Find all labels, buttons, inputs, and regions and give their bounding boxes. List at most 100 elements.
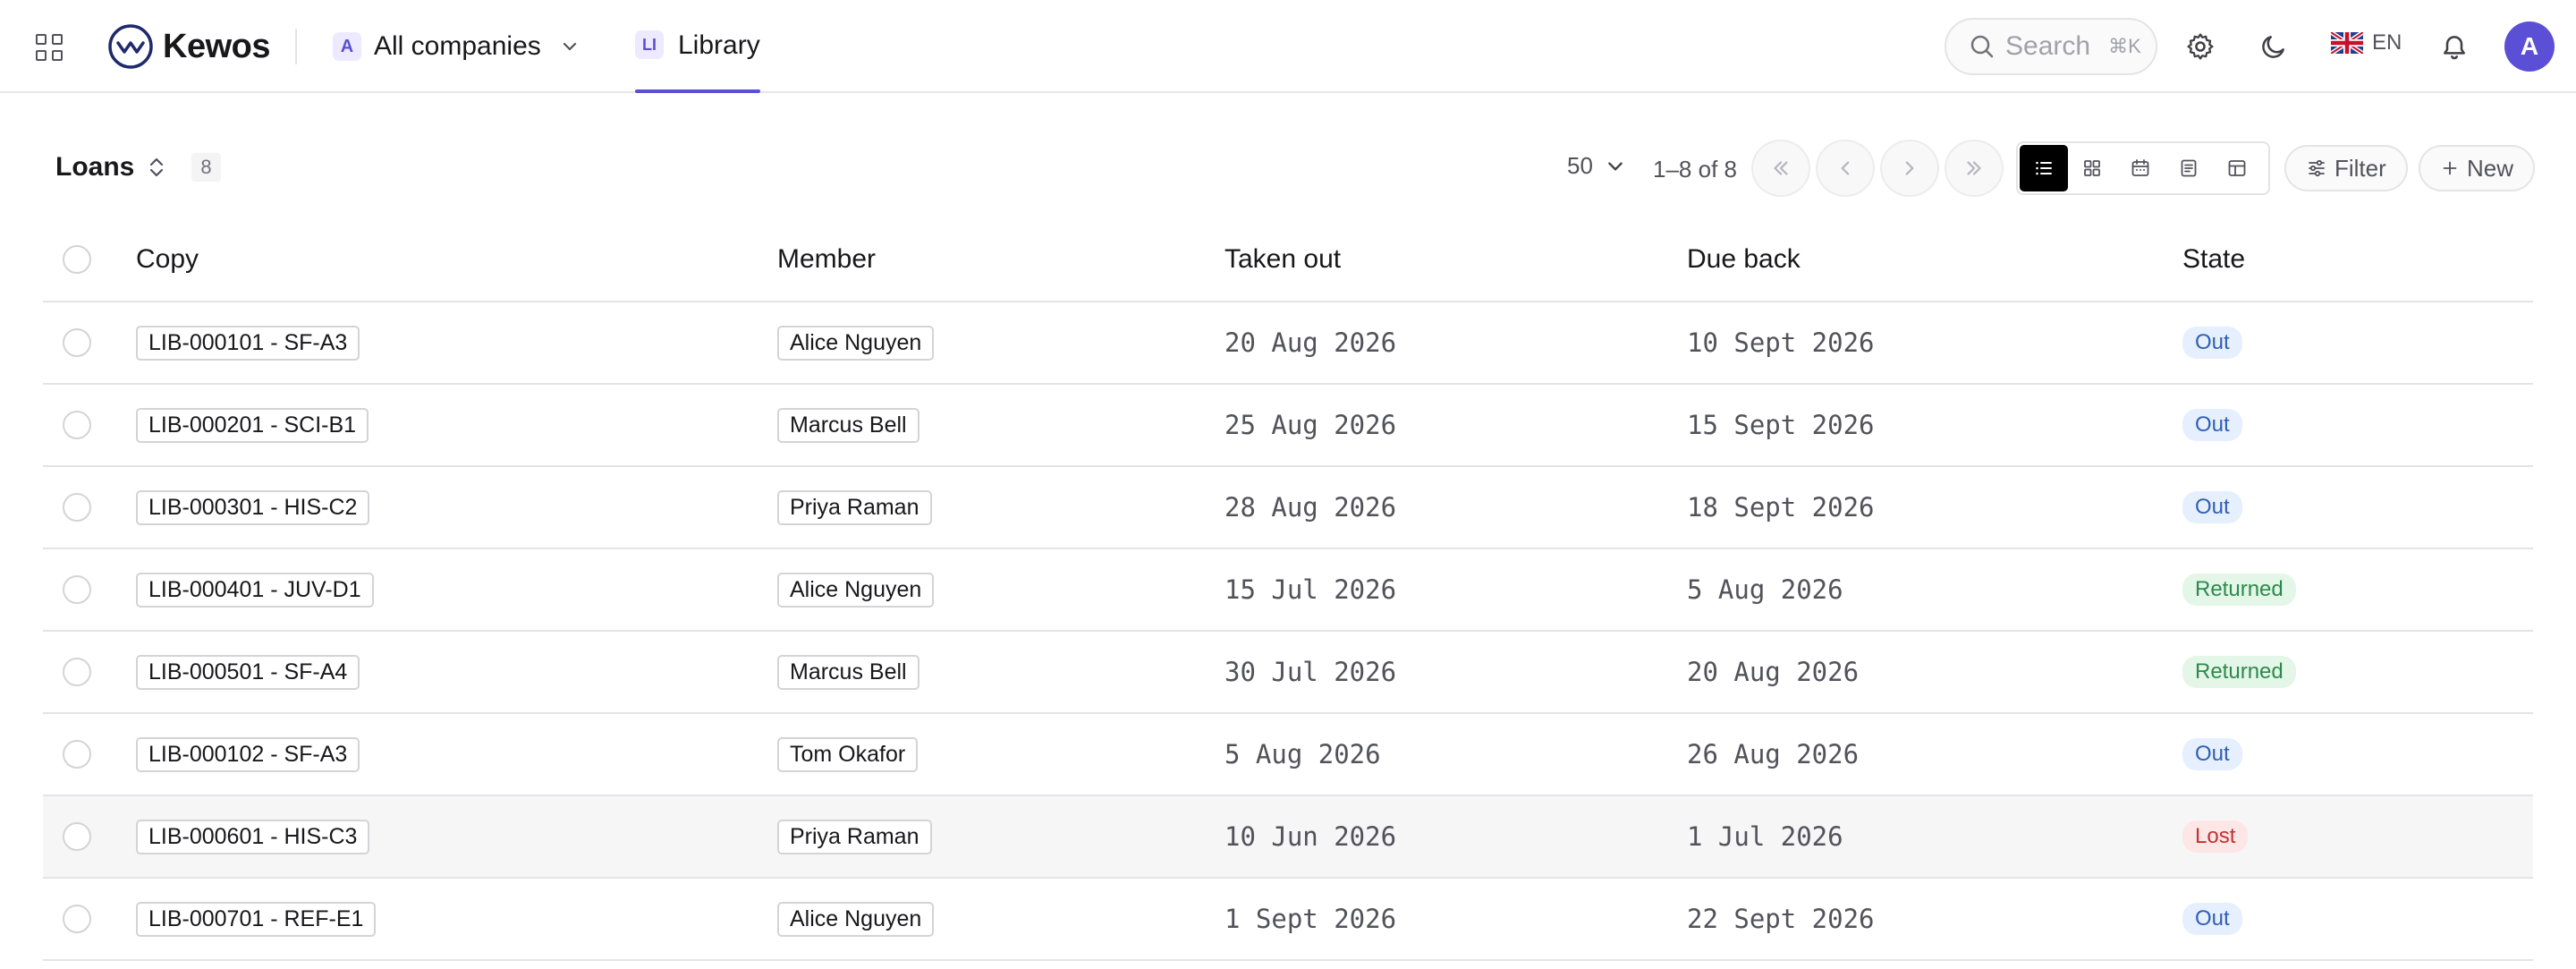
- column-header-due-back[interactable]: Due back: [1687, 218, 1801, 301]
- last-page-button[interactable]: [1945, 140, 2004, 197]
- due-back-date: 15 Sept 2026: [1687, 410, 1875, 440]
- settings-button[interactable]: [2181, 27, 2220, 66]
- calendar-view-icon: [2131, 159, 2149, 176]
- language-selector[interactable]: EN: [2331, 30, 2402, 55]
- table-row[interactable]: LIB-000401 - JUV-D1 Alice Nguyen 15 Jul 20…: [43, 549, 2533, 632]
- column-header-member[interactable]: Member: [777, 218, 876, 301]
- copy-chip[interactable]: LIB-000601 - HIS-C3: [136, 819, 370, 854]
- due-back-date: 26 Aug 2026: [1687, 739, 1860, 769]
- table-row[interactable]: LIB-000101 - SF-A3 Alice Nguyen 20 Aug 202…: [43, 302, 2533, 385]
- tab-library-label: Library: [678, 30, 760, 60]
- kewos-logo-icon: [108, 24, 153, 69]
- list-view-button[interactable]: [2020, 145, 2068, 191]
- member-chip[interactable]: Priya Raman: [777, 819, 932, 854]
- list-title-label: Loans: [55, 152, 135, 182]
- select-all-checkbox[interactable]: [63, 245, 91, 274]
- table-view-button[interactable]: [2213, 145, 2261, 191]
- taken-out-date: 5 Aug 2026: [1224, 739, 1381, 769]
- table-row[interactable]: LIB-000102 - SF-A3 Tom Okafor 5 Aug 2026 26…: [43, 714, 2533, 796]
- member-chip[interactable]: Marcus Bell: [777, 407, 919, 443]
- taken-out-date: 10 Jun 2026: [1224, 821, 1397, 852]
- first-page-button[interactable]: [1751, 140, 1810, 197]
- grid-view-icon: [2084, 160, 2100, 176]
- calendar-view-button[interactable]: [2116, 145, 2165, 191]
- member-chip[interactable]: Alice Nguyen: [777, 572, 935, 608]
- copy-chip[interactable]: LIB-000701 - REF-E1: [136, 901, 377, 937]
- row-checkbox[interactable]: [63, 575, 91, 604]
- table-row[interactable]: LIB-000201 - SCI-B1 Marcus Bell 25 Aug 202…: [43, 385, 2533, 467]
- pagination-range: 1–8 of 8: [1653, 156, 1737, 183]
- copy-chip[interactable]: LIB-000301 - HIS-C2: [136, 489, 370, 525]
- state-badge: Returned: [2182, 574, 2296, 606]
- theme-toggle-button[interactable]: [2254, 27, 2293, 66]
- state-badge: Lost: [2182, 820, 2249, 853]
- row-checkbox[interactable]: [63, 740, 91, 769]
- table-row[interactable]: LIB-000501 - SF-A4 Marcus Bell 30 Jul 2026…: [43, 632, 2533, 714]
- row-checkbox[interactable]: [63, 822, 91, 851]
- table-row[interactable]: LIB-000301 - HIS-C2 Priya Raman 28 Aug 202…: [43, 467, 2533, 549]
- prev-page-icon: [1841, 161, 1850, 175]
- copy-chip[interactable]: LIB-000101 - SF-A3: [136, 325, 360, 361]
- filter-label: Filter: [2334, 154, 2386, 182]
- column-header-copy[interactable]: Copy: [136, 218, 199, 301]
- column-header-state[interactable]: State: [2182, 218, 2245, 301]
- search-label: Search: [2005, 31, 2091, 61]
- new-button[interactable]: New: [2419, 145, 2536, 191]
- loans-table: Copy Member Taken out Due back State LIB…: [43, 218, 2533, 961]
- app-name: Kewos: [163, 27, 270, 65]
- search-button[interactable]: Search ⌘K: [1945, 18, 2157, 75]
- row-checkbox[interactable]: [63, 328, 91, 357]
- due-back-date: 18 Sept 2026: [1687, 492, 1875, 523]
- app-logo[interactable]: Kewos: [107, 23, 270, 70]
- sort-icon[interactable]: [147, 156, 166, 179]
- due-back-date: 20 Aug 2026: [1687, 657, 1860, 687]
- list-title: Loans 8: [55, 152, 221, 183]
- taken-out-date: 28 Aug 2026: [1224, 492, 1397, 523]
- page-size-selector[interactable]: 50: [1567, 152, 1625, 180]
- company-badge: A: [333, 32, 361, 61]
- active-tab-indicator: [635, 89, 760, 93]
- due-back-date: 5 Aug 2026: [1687, 574, 1843, 605]
- table-row[interactable]: LIB-000701 - REF-E1 Alice Nguyen 1 Sept 20…: [43, 879, 2533, 961]
- company-selector[interactable]: A All companies: [333, 27, 579, 66]
- prev-page-button[interactable]: [1816, 140, 1875, 197]
- list-view-icon: [2036, 161, 2052, 175]
- copy-chip[interactable]: LIB-000102 - SF-A3: [136, 736, 360, 772]
- member-chip[interactable]: Priya Raman: [777, 489, 932, 525]
- moon-icon: [2262, 36, 2284, 58]
- table-header: Copy Member Taken out Due back State: [43, 218, 2533, 302]
- language-code: EN: [2372, 30, 2402, 55]
- copy-chip[interactable]: LIB-000501 - SF-A4: [136, 654, 360, 690]
- member-chip[interactable]: Alice Nguyen: [777, 901, 935, 937]
- row-checkbox[interactable]: [63, 905, 91, 933]
- copy-chip[interactable]: LIB-000401 - JUV-D1: [136, 572, 374, 608]
- member-chip[interactable]: Tom Okafor: [777, 736, 919, 772]
- apps-grid-icon[interactable]: [34, 32, 64, 63]
- company-label: All companies: [374, 31, 541, 61]
- column-header-taken-out[interactable]: Taken out: [1224, 218, 1341, 301]
- filter-button[interactable]: Filter: [2284, 145, 2408, 191]
- next-page-icon: [1905, 161, 1914, 175]
- row-checkbox[interactable]: [63, 493, 91, 522]
- member-chip[interactable]: Marcus Bell: [777, 654, 919, 690]
- filter-icon: [2309, 159, 2325, 177]
- user-avatar[interactable]: A: [2504, 21, 2555, 72]
- tab-library[interactable]: LI Library: [635, 27, 760, 93]
- bell-icon: [2444, 36, 2465, 60]
- page-size-value: 50: [1567, 152, 1593, 179]
- taken-out-date: 1 Sept 2026: [1224, 904, 1397, 934]
- row-checkbox[interactable]: [63, 658, 91, 686]
- row-checkbox[interactable]: [63, 411, 91, 439]
- next-page-button[interactable]: [1880, 140, 1939, 197]
- grid-view-button[interactable]: [2068, 145, 2116, 191]
- table-row[interactable]: LIB-000601 - HIS-C3 Priya Raman 10 Jun 202…: [43, 796, 2533, 879]
- new-label: New: [2467, 154, 2514, 182]
- member-chip[interactable]: Alice Nguyen: [777, 325, 935, 361]
- table-view-icon: [2228, 160, 2246, 176]
- document-view-button[interactable]: [2165, 145, 2213, 191]
- copy-chip[interactable]: LIB-000201 - SCI-B1: [136, 407, 369, 443]
- state-badge: Out: [2182, 903, 2242, 935]
- gear-icon: [2187, 33, 2214, 60]
- notifications-button[interactable]: [2435, 27, 2474, 66]
- header-divider: [295, 29, 297, 64]
